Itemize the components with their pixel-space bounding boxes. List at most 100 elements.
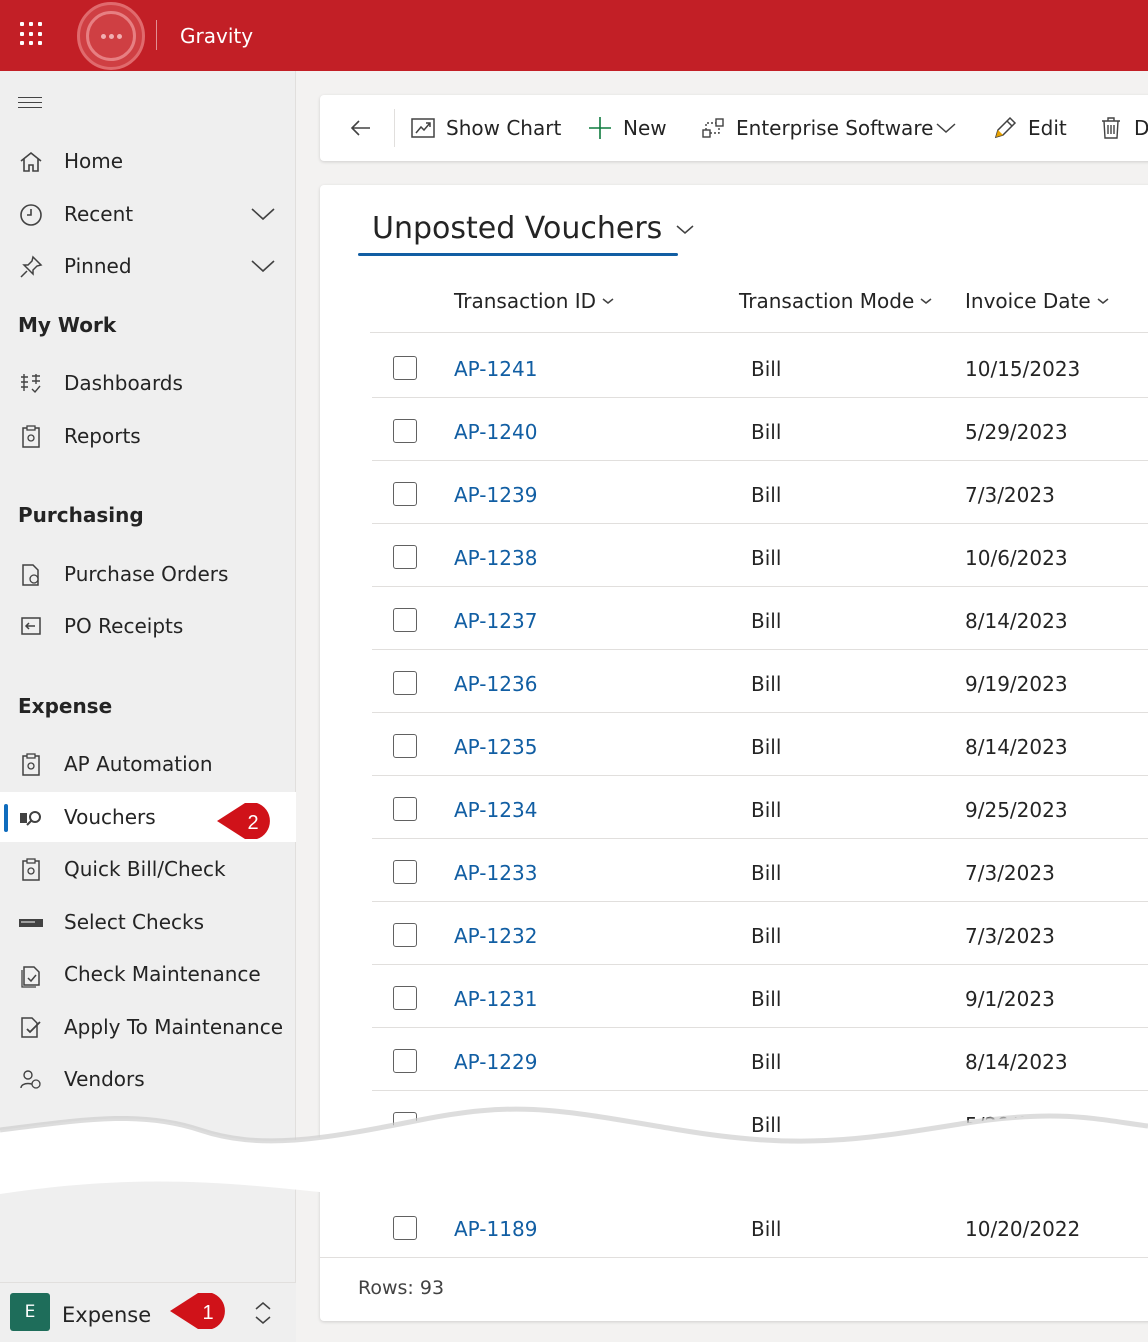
sidebar-item-select-checks[interactable]: Select Checks xyxy=(0,897,296,947)
sort-chevron-icon xyxy=(602,298,614,304)
plus-icon xyxy=(589,117,611,139)
invoice-date-cell: 7/3/2023 xyxy=(965,483,1055,507)
hamburger-menu-icon[interactable] xyxy=(18,97,42,109)
row-checkbox[interactable] xyxy=(393,671,417,695)
table-row[interactable]: AP-1229 Bill 8/14/2023 xyxy=(372,1028,1148,1091)
table-row[interactable]: AP-1238 Bill 10/6/2023 xyxy=(372,524,1148,587)
row-checkbox[interactable] xyxy=(393,419,417,443)
table-row[interactable]: AP-1239 Bill 7/3/2023 xyxy=(372,461,1148,524)
transaction-id-link[interactable]: AP-1238 xyxy=(454,546,537,570)
column-header-invoice-date[interactable]: Invoice Date xyxy=(965,289,1109,313)
table-row[interactable]: AP-1237 Bill 8/14/2023 xyxy=(372,587,1148,650)
row-checkbox[interactable] xyxy=(393,356,417,380)
transaction-id-link[interactable]: AP-1241 xyxy=(454,357,537,381)
transaction-id-link[interactable]: AP-1240 xyxy=(454,420,537,444)
show-chart-button[interactable]: Show Chart xyxy=(410,95,561,161)
invoice-date-cell: 9/19/2023 xyxy=(965,672,1068,696)
app-title[interactable]: Gravity xyxy=(180,24,253,48)
sidebar-item-po-receipts[interactable]: PO Receipts xyxy=(0,601,296,651)
row-checkbox[interactable] xyxy=(393,545,417,569)
transaction-mode-cell: Bill xyxy=(751,420,782,444)
transaction-id-link[interactable]: AP-1233 xyxy=(454,861,537,885)
new-button[interactable]: New xyxy=(587,95,667,161)
row-checkbox[interactable] xyxy=(393,608,417,632)
vendors-icon xyxy=(20,1070,41,1089)
table-row[interactable]: AP-1234 Bill 9/25/2023 xyxy=(372,776,1148,839)
row-checkbox[interactable] xyxy=(393,923,417,947)
enterprise-software-button[interactable]: Enterprise Software xyxy=(700,95,933,161)
invoice-date-cell: 9/1/2023 xyxy=(965,987,1055,1011)
sidebar-item-apply-to-maintenance[interactable]: Apply To Maintenance xyxy=(0,1002,296,1052)
chart-icon xyxy=(411,118,435,138)
table-row[interactable]: AP-1235 Bill 8/14/2023 xyxy=(372,713,1148,776)
sidebar-item-home[interactable]: Home xyxy=(0,136,296,186)
sidebar-item-label: Purchase Orders xyxy=(64,562,229,586)
purchase-order-icon xyxy=(22,564,39,586)
transaction-id-link[interactable]: AP-1237 xyxy=(454,609,537,633)
sidebar-item-label: Recent xyxy=(64,202,134,226)
table-row[interactable]: AP-1233 Bill 7/3/2023 xyxy=(372,839,1148,902)
row-checkbox[interactable] xyxy=(393,482,417,506)
area-switcher[interactable]: E Expense xyxy=(0,1282,296,1342)
table-row[interactable]: AP-1232 Bill 7/3/2023 xyxy=(372,902,1148,965)
sidebar-item-label: Apply To Maintenance xyxy=(64,1015,284,1039)
row-checkbox[interactable] xyxy=(393,1216,417,1240)
delete-label: D xyxy=(1134,116,1148,140)
transaction-id-link[interactable]: AP-1232 xyxy=(454,924,537,948)
back-button[interactable] xyxy=(348,95,384,161)
table-row[interactable]: AP-1240 Bill 5/29/2023 xyxy=(372,398,1148,461)
transaction-id-link[interactable]: AP-1239 xyxy=(454,483,537,507)
row-checkbox[interactable] xyxy=(393,860,417,884)
sidebar-item-label: Select Checks xyxy=(64,910,204,934)
app-launcher-icon[interactable] xyxy=(20,22,44,46)
table-row[interactable]: AP-1236 Bill 9/19/2023 xyxy=(372,650,1148,713)
transaction-id-link[interactable]: AP-1231 xyxy=(454,987,537,1011)
transaction-mode-cell: Bill xyxy=(751,1217,782,1241)
sidebar-item-recent[interactable]: Recent xyxy=(0,189,296,239)
sidebar-item-label: Pinned xyxy=(64,254,132,278)
row-checkbox[interactable] xyxy=(393,1049,417,1073)
annotation-badge-1: 1 xyxy=(170,1293,225,1329)
transaction-mode-cell: Bill xyxy=(751,357,782,381)
sidebar-item-dashboards[interactable]: Dashboards xyxy=(0,358,296,408)
chevron-down-icon[interactable] xyxy=(250,255,276,277)
pin-icon xyxy=(20,255,43,278)
up-down-chevron-icon[interactable] xyxy=(250,1299,276,1327)
column-header-transaction-mode[interactable]: Transaction Mode xyxy=(739,289,932,313)
invoice-date-cell: 5/29/2023 xyxy=(965,420,1068,444)
view-selector[interactable]: Unposted Vouchers xyxy=(372,211,696,246)
svg-text:1: 1 xyxy=(202,1302,213,1324)
transaction-mode-cell: Bill xyxy=(751,861,782,885)
delete-button[interactable]: D xyxy=(1098,95,1148,161)
sidebar-item-pinned[interactable]: Pinned xyxy=(0,241,296,291)
chevron-down-icon[interactable] xyxy=(250,203,276,225)
table-row[interactable]: AP-1231 Bill 9/1/2023 xyxy=(372,965,1148,1028)
column-header-transaction-id[interactable]: Transaction ID xyxy=(454,289,614,313)
chevron-down-icon xyxy=(676,224,694,234)
transaction-id-link[interactable]: AP-1235 xyxy=(454,735,537,759)
sidebar-item-ap-automation[interactable]: AP Automation xyxy=(0,739,296,789)
enterprise-software-label: Enterprise Software xyxy=(736,116,934,140)
edit-button[interactable]: Edit xyxy=(992,95,1067,161)
transaction-mode-cell: Bill xyxy=(751,987,782,1011)
command-bar: Show Chart New Enterprise Software Edit … xyxy=(320,95,1148,161)
sidebar-item-reports[interactable]: Reports xyxy=(0,411,296,461)
sidebar-item-purchase-orders[interactable]: Purchase Orders xyxy=(0,549,296,599)
report-icon xyxy=(22,753,40,776)
sidebar-item-check-maintenance[interactable]: Check Maintenance xyxy=(0,949,296,999)
row-checkbox[interactable] xyxy=(393,986,417,1010)
invoice-date-cell: 10/15/2023 xyxy=(965,357,1081,381)
row-checkbox[interactable] xyxy=(393,734,417,758)
enterprise-software-dropdown[interactable] xyxy=(934,95,968,161)
sidebar-item-quick-bill-check[interactable]: Quick Bill/Check xyxy=(0,844,296,894)
transaction-id-link[interactable]: AP-1189 xyxy=(454,1217,537,1241)
row-checkbox[interactable] xyxy=(393,797,417,821)
invoice-date-cell: 7/3/2023 xyxy=(965,924,1055,948)
table-row[interactable]: AP-1241 Bill 10/15/2023 xyxy=(372,335,1148,398)
transaction-id-link[interactable]: AP-1234 xyxy=(454,798,537,822)
pencil-icon xyxy=(994,116,1017,139)
transaction-id-link[interactable]: AP-1236 xyxy=(454,672,537,696)
section-title-purchasing: Purchasing xyxy=(18,503,144,527)
sidebar-item-vendors[interactable]: Vendors xyxy=(0,1054,296,1104)
transaction-id-link[interactable]: AP-1229 xyxy=(454,1050,537,1074)
